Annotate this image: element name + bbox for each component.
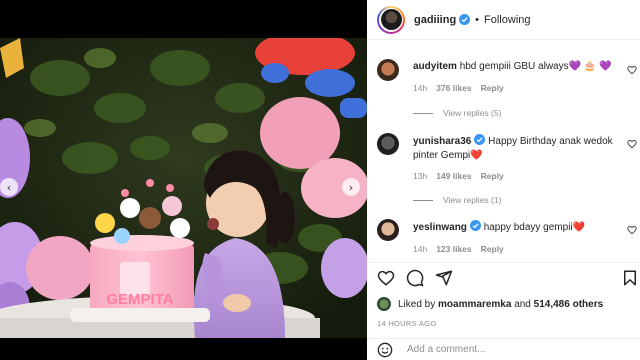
birthday-photo: GEMPITA: [0, 38, 367, 338]
liked-by-username[interactable]: moammaremka: [438, 299, 511, 310]
post-actions: [367, 262, 640, 290]
heart-icon[interactable]: [377, 269, 395, 287]
view-replies-label: View replies (1): [443, 195, 502, 205]
divider: [413, 199, 433, 201]
view-replies-button[interactable]: View replies (1): [413, 195, 501, 205]
comment-message: happy bdayy gempii❤️: [483, 222, 586, 233]
heart-icon[interactable]: [627, 139, 637, 149]
comment-meta: 13h 149 likes Reply: [413, 171, 504, 181]
verified-badge-icon: [459, 14, 471, 25]
chevron-left-icon[interactable]: ‹: [0, 178, 18, 196]
avatar[interactable]: [377, 5, 405, 34]
reply-button[interactable]: Reply: [481, 244, 504, 254]
comment-username[interactable]: audyitem: [413, 61, 457, 72]
separator-dot: •: [475, 13, 480, 26]
liked-prefix: Liked by: [398, 298, 436, 310]
post-media: GEMPITA ‹ ›: [0, 0, 367, 360]
comment-time: 14h: [413, 244, 428, 254]
view-replies-button[interactable]: View replies (5): [413, 108, 501, 118]
add-comment-input[interactable]: [407, 344, 607, 355]
comment-time: 14h: [413, 83, 428, 93]
reply-button[interactable]: Reply: [481, 83, 504, 93]
post-side-panel: gadiiing • Following audyitem hbd gempii…: [367, 0, 640, 360]
comment-likes[interactable]: 123 likes: [436, 244, 471, 254]
comment-message: hbd gempiii GBU always💜 🎂 💜: [459, 61, 612, 72]
comment-time: 13h: [413, 171, 428, 181]
divider: [413, 112, 433, 114]
likes-summary: Liked by moammaremka and 514,486 others: [377, 297, 603, 311]
chevron-right-icon[interactable]: ›: [342, 178, 360, 196]
post-header: gadiiing • Following: [367, 0, 640, 40]
comment-text: audyitem hbd gempiii GBU always💜 🎂 💜: [413, 60, 633, 74]
verified-badge-icon: [469, 220, 481, 231]
comment-username[interactable]: yeslinwang: [413, 222, 467, 233]
post-author-username[interactable]: gadiiing: [414, 14, 456, 26]
comment-meta: 14h 123 likes Reply: [413, 244, 504, 254]
commenter-avatar[interactable]: [377, 133, 399, 155]
post-timestamp[interactable]: 14 HOURS AGO: [377, 319, 436, 328]
profile-picture: [380, 9, 402, 30]
emoji-icon[interactable]: [377, 342, 393, 358]
verified-badge-icon: [474, 134, 486, 145]
heart-icon[interactable]: [627, 225, 637, 235]
commenter-avatar[interactable]: [377, 219, 399, 241]
view-replies-label: View replies (5): [443, 108, 502, 118]
liked-and: and: [514, 298, 531, 310]
share-icon[interactable]: [435, 269, 453, 287]
liked-by-avatar[interactable]: [377, 297, 391, 311]
comment-likes[interactable]: 376 likes: [436, 83, 471, 93]
comment-text: yeslinwang happy bdayy gempii❤️: [413, 220, 633, 235]
heart-icon[interactable]: [627, 65, 637, 75]
comment-composer: [367, 338, 640, 360]
commenter-avatar[interactable]: [377, 59, 399, 81]
comment-likes[interactable]: 149 likes: [436, 171, 471, 181]
likes-count-link[interactable]: 514,486 others: [534, 299, 604, 310]
comments-list: audyitem hbd gempiii GBU always💜 🎂 💜 14h…: [367, 41, 640, 255]
comment-text: yunishara36 Happy Birthday anak wedok pi…: [413, 134, 633, 163]
following-button[interactable]: Following: [484, 14, 530, 26]
post-photo[interactable]: GEMPITA: [0, 38, 367, 338]
cake-text: GEMPITA: [106, 291, 173, 308]
bookmark-icon[interactable]: [621, 269, 639, 287]
comment-icon[interactable]: [406, 269, 424, 287]
comment-meta: 14h 376 likes Reply: [413, 83, 504, 93]
comment-username[interactable]: yunishara36: [413, 136, 471, 147]
reply-button[interactable]: Reply: [481, 171, 504, 181]
